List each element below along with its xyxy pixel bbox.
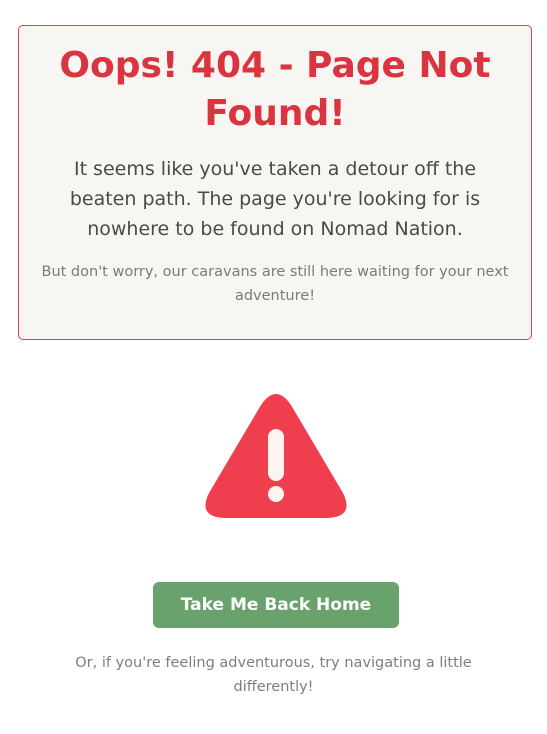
navigation-hint: Or, if you're feeling adventurous, try n… [75,655,472,695]
reassurance-text: But don't worry, our caravans are still … [41,264,509,304]
page-title: Oops! 404 - Page Not Found! [59,45,491,134]
error-message: It seems like you've taken a detour off … [69,158,481,240]
error-card: Oops! 404 - Page Not Found! It seems lik… [18,25,532,340]
not-found-page: Oops! 404 - Page Not Found! It seems lik… [0,0,547,734]
back-home-button[interactable]: Take Me Back Home [153,582,399,628]
warning-triangle-icon [205,394,347,518]
